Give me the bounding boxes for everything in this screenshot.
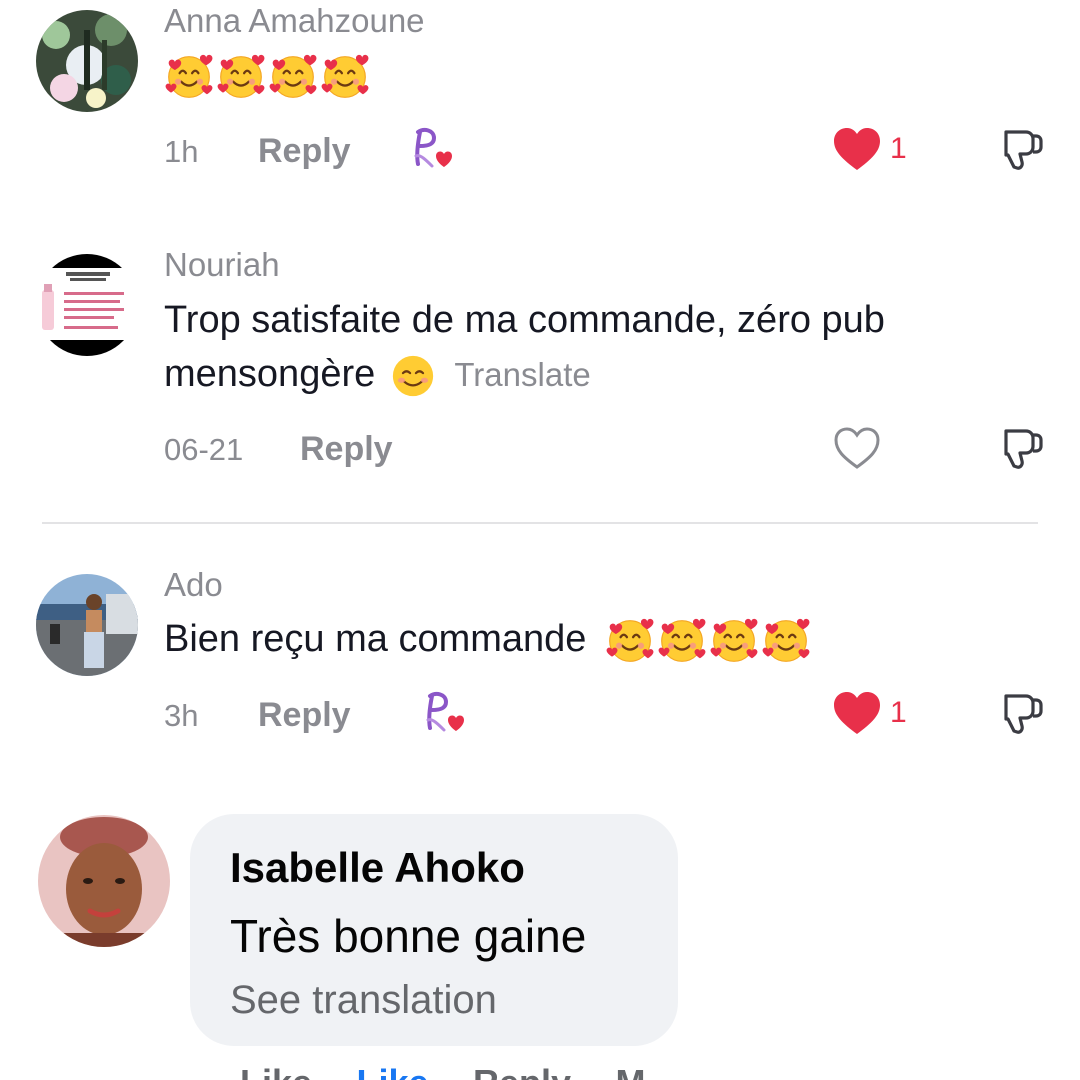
heart-outline-icon — [832, 425, 882, 471]
smiling-face-with-hearts-emoji — [268, 52, 318, 102]
avatar[interactable] — [36, 574, 138, 676]
heart-filled-icon — [832, 690, 882, 736]
smiling-face-with-hearts-emoji — [605, 616, 655, 666]
avatar[interactable] — [36, 10, 138, 112]
comment-meta: 1h Reply — [164, 132, 351, 171]
emoji-run — [605, 616, 811, 666]
comment-text: Bien reçu ma commande — [164, 612, 1044, 666]
comment-body: Très bonne gaine — [230, 910, 587, 962]
creator-liked-badge-icon — [408, 126, 460, 172]
comment-bubble: Isabelle Ahoko Très bonne gaine See tran… — [190, 814, 678, 1046]
avatar[interactable] — [38, 815, 170, 947]
reply-button[interactable]: Reply — [258, 696, 351, 735]
dislike-icon[interactable] — [998, 425, 1046, 473]
translate-link[interactable]: Translate — [454, 356, 590, 393]
comment-meta: 3h Reply — [164, 696, 351, 735]
action-link[interactable]: Like — [357, 1068, 429, 1080]
comment-body: Bien reçu ma commande — [164, 618, 587, 660]
reply-button[interactable]: Reply — [258, 132, 351, 171]
comment-time: 3h — [164, 697, 199, 733]
like-button[interactable]: 1 — [832, 690, 907, 736]
comment-username[interactable]: Nouriah — [164, 246, 280, 284]
comment-actions: Like Like Reply M — [240, 1068, 800, 1080]
smiling-face-with-hearts-emoji — [709, 616, 759, 666]
creator-liked-badge-icon — [420, 690, 472, 736]
comment-username[interactable]: Isabelle Ahoko — [230, 844, 525, 892]
smiling-face-with-hearts-emoji — [761, 616, 811, 666]
like-button[interactable]: 1 — [832, 126, 907, 172]
comment-time: 06-21 — [164, 431, 244, 467]
action-link[interactable]: M — [616, 1068, 646, 1080]
comment-username[interactable]: Ado — [164, 566, 223, 604]
smiling-face-with-hearts-emoji — [657, 616, 707, 666]
action-link[interactable]: Like — [240, 1068, 312, 1080]
like-count: 1 — [890, 696, 907, 729]
reply-button[interactable]: Reply — [300, 430, 393, 469]
smiling-face-with-hearts-emoji — [164, 52, 214, 102]
comment-time: 1h — [164, 133, 199, 169]
emoji-run — [164, 52, 370, 102]
comment-text: Trop satisfaite de ma commande, zéro pub… — [164, 293, 1044, 402]
divider — [42, 522, 1038, 524]
comment-username[interactable]: Anna Amahzoune — [164, 2, 425, 40]
like-button[interactable] — [832, 425, 882, 471]
smiling-face-with-hearts-emoji — [216, 52, 266, 102]
avatar[interactable] — [36, 254, 138, 356]
like-count: 1 — [890, 132, 907, 165]
heart-filled-icon — [832, 126, 882, 172]
dislike-icon[interactable] — [998, 690, 1046, 738]
comment-meta: 06-21 Reply — [164, 430, 393, 469]
dislike-icon[interactable] — [998, 126, 1046, 174]
action-link[interactable]: Reply — [473, 1068, 571, 1080]
smiling-face-emoji — [392, 355, 433, 397]
smiling-face-with-hearts-emoji — [320, 52, 370, 102]
see-translation-link[interactable]: See translation — [230, 978, 497, 1023]
comment-text — [164, 48, 1044, 102]
